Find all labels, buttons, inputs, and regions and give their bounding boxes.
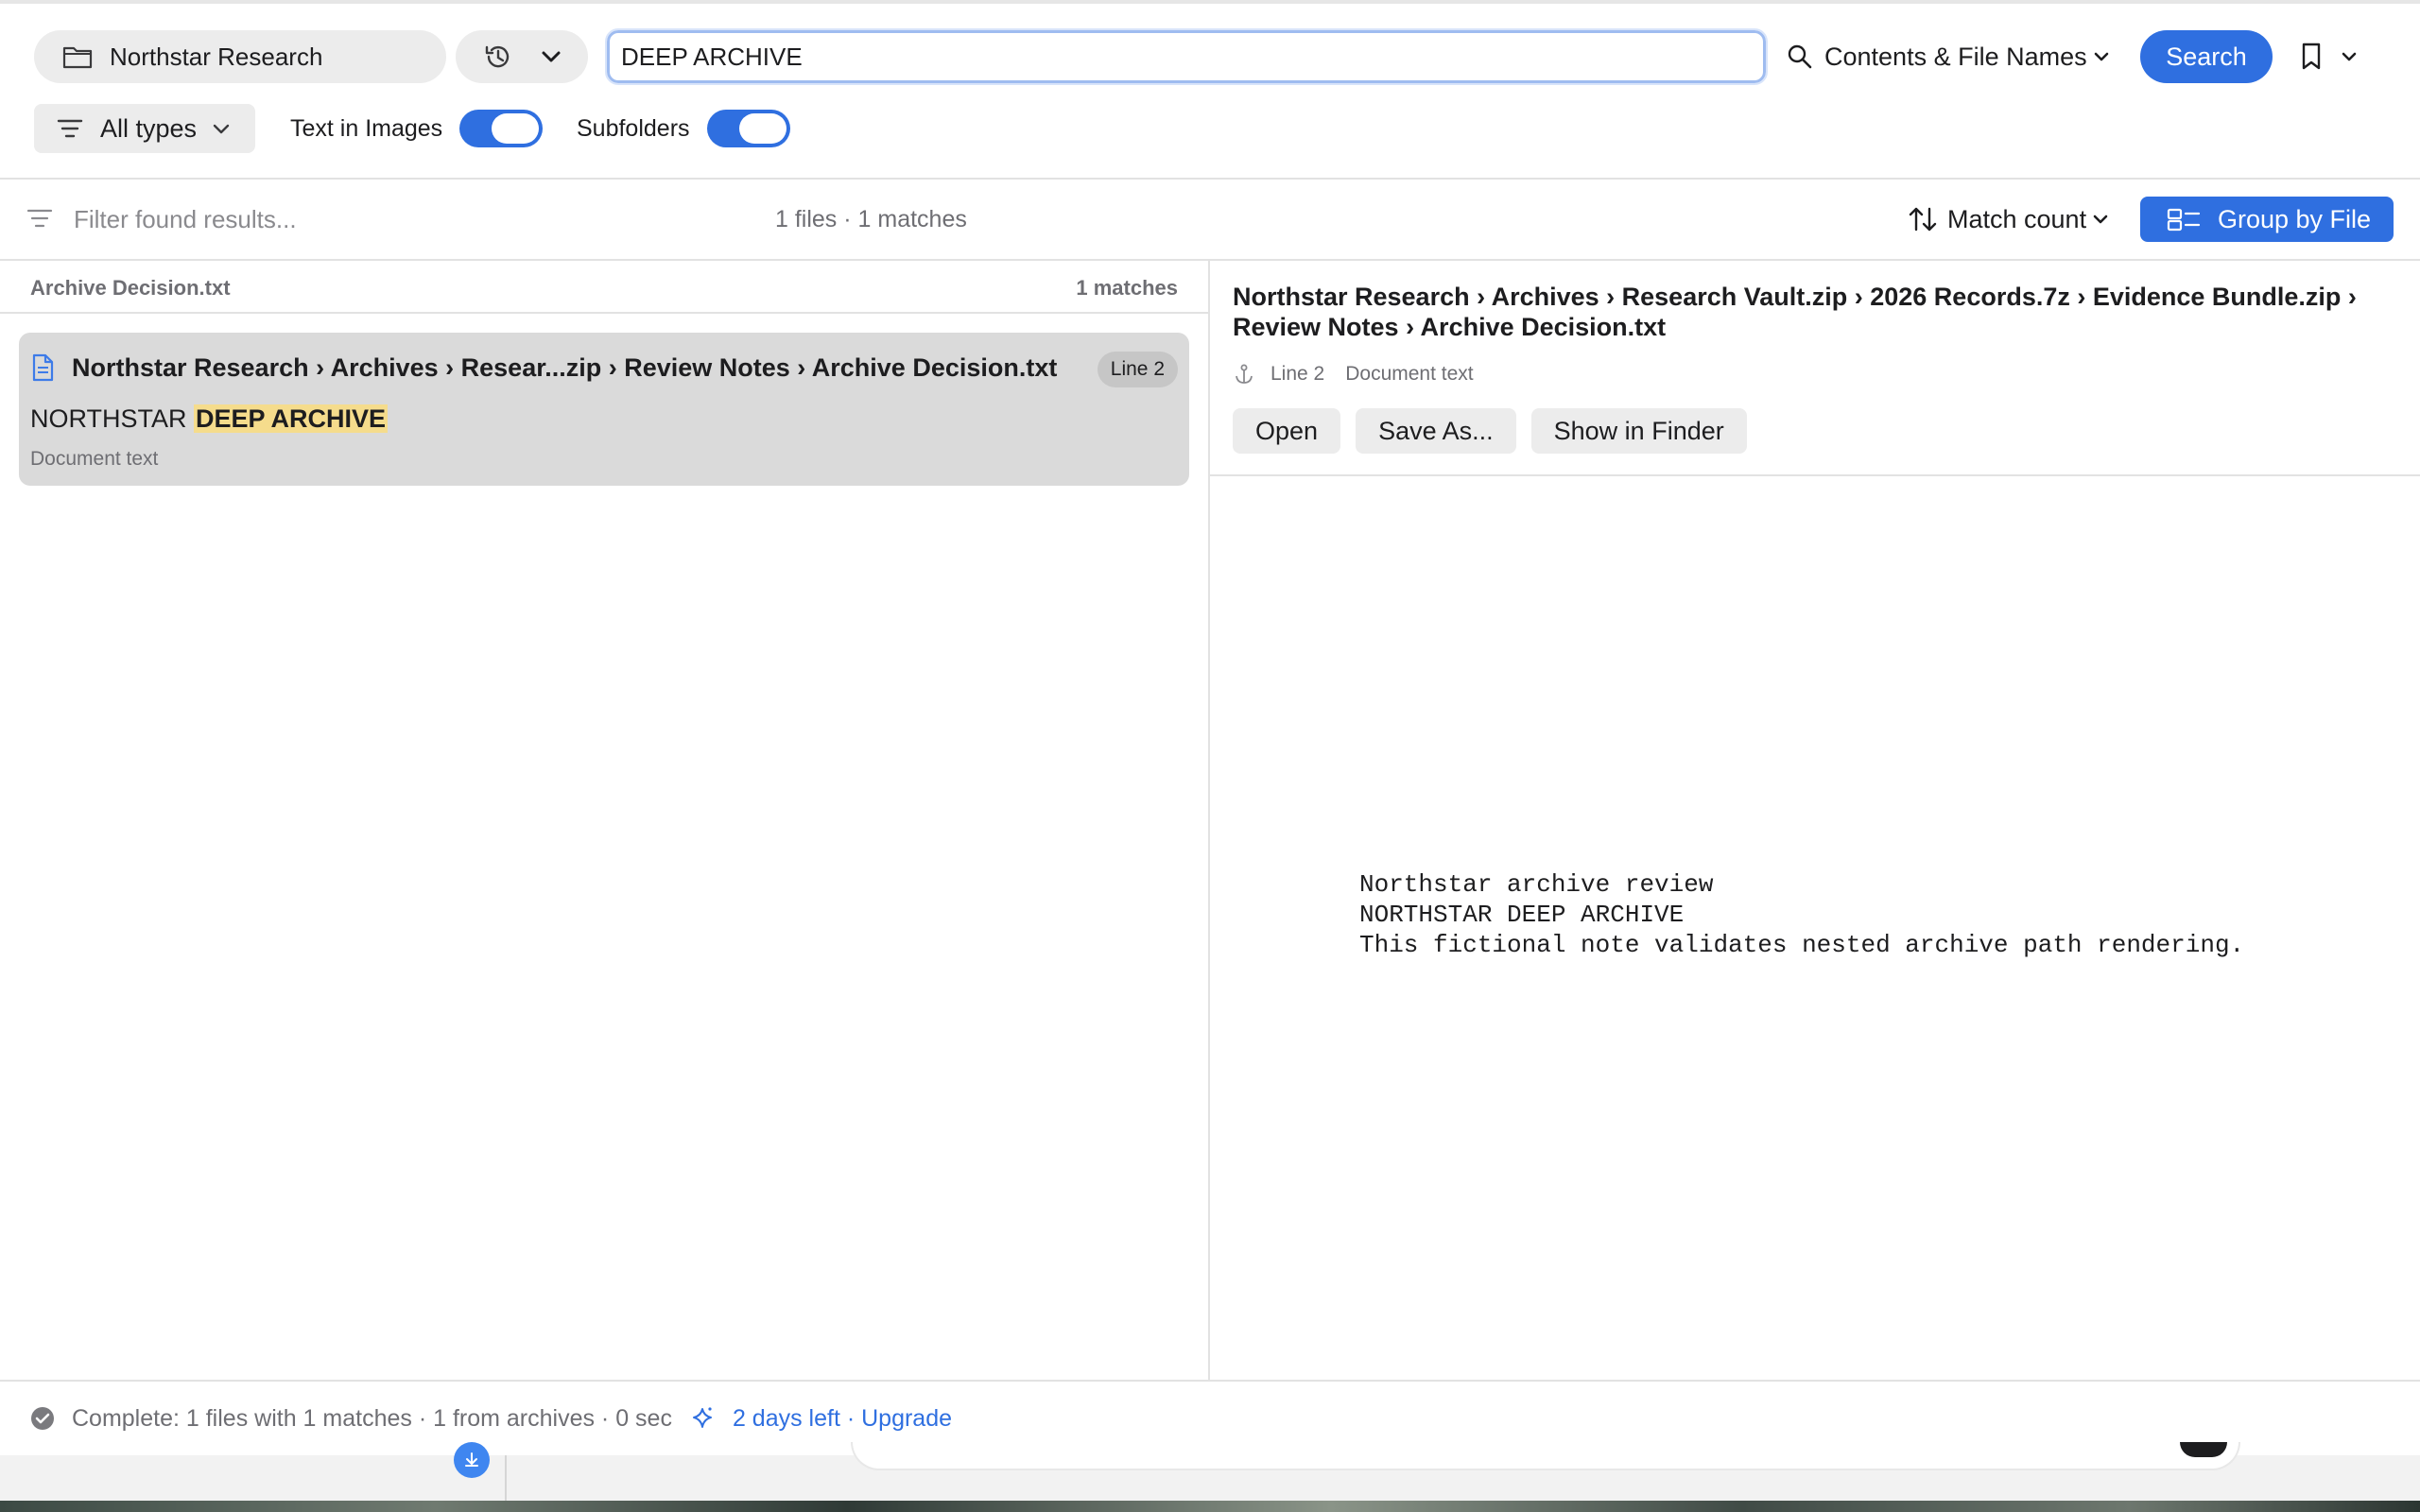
subfolders-toggle[interactable] (707, 110, 790, 147)
results-bar: 1 files · 1 matches Match count Group by… (0, 180, 2420, 259)
group-layout-icon (2167, 208, 2201, 232)
anchor-icon (1236, 364, 1253, 384)
folder-icon (62, 46, 93, 69)
search-input[interactable] (605, 28, 1768, 85)
preview-path: Northstar Research › Archives › Research… (1233, 283, 2357, 341)
search-mode-dropdown[interactable]: Contents & File Names (1787, 30, 2121, 83)
bookmark-icon (2302, 43, 2321, 70)
text-in-images-toggle[interactable] (459, 110, 543, 147)
search-icon (1788, 44, 1812, 69)
save-as-button[interactable]: Save As... (1356, 408, 1516, 454)
upgrade-link[interactable]: 2 days left · Upgrade (733, 1405, 952, 1433)
bookmarks-menu[interactable] (2301, 30, 2358, 83)
result-group-header[interactable]: Archive Decision.txt 1 matches (0, 261, 1208, 314)
location-picker[interactable]: Northstar Research (34, 30, 446, 83)
result-group-count: 1 matches (1076, 276, 1178, 300)
download-icon[interactable] (454, 1442, 490, 1478)
location-label: Northstar Research (110, 42, 323, 71)
line-badge: Line 2 (1097, 352, 1178, 387)
history-icon[interactable] (483, 42, 513, 72)
sort-arrows-icon (1909, 207, 1937, 232)
filter-results-input[interactable] (74, 198, 641, 240)
preview-pane: Northstar Research › Archives › Research… (1210, 261, 2420, 1380)
results-summary: 1 files · 1 matches (775, 206, 967, 232)
group-by-file-label: Group by File (2218, 204, 2372, 233)
chevron-down-icon (2093, 215, 2108, 224)
search-options: All types Text in Images Subfolders (0, 104, 2420, 153)
status-text: Complete: 1 files with 1 matches · 1 fro… (72, 1404, 672, 1432)
sort-label: Match count (1947, 204, 2087, 233)
result-snippet: NORTHSTAR DEEP ARCHIVE (30, 404, 389, 434)
filter-icon (26, 209, 53, 228)
window-top-edge (0, 0, 2420, 4)
results-list: Archive Decision.txt 1 matches Northstar… (0, 261, 1208, 1380)
preview-meta: Line 2 Document text (1235, 363, 1474, 386)
background-divider (505, 1455, 507, 1503)
text-in-images-label: Text in Images (290, 115, 443, 142)
preview-divider (1210, 474, 2420, 476)
preview-actions: Open Save As... Show in Finder (1233, 408, 1747, 454)
toggle-knob (492, 113, 539, 144)
result-item[interactable]: Northstar Research › Archives › Resear..… (19, 333, 1189, 486)
desktop-wallpaper (0, 1501, 2420, 1512)
search-button[interactable]: Search (2140, 30, 2273, 83)
filter-lines-icon (57, 119, 83, 138)
search-mode-label: Contents & File Names (1824, 42, 2087, 71)
preview-kind: Document text (1345, 363, 1474, 385)
document-icon (32, 353, 54, 382)
sort-dropdown[interactable]: Match count (1908, 198, 2118, 240)
snippet-prefix: NORTHSTAR (30, 404, 195, 433)
search-history-control[interactable] (456, 30, 588, 83)
chevron-down-icon[interactable] (541, 50, 562, 63)
file-types-label: All types (100, 113, 198, 143)
show-in-finder-button[interactable]: Show in Finder (1530, 408, 1747, 454)
group-by-file-button[interactable]: Group by File (2140, 197, 2394, 242)
result-kind: Document text (30, 448, 159, 470)
subfolders-label: Subfolders (577, 115, 690, 142)
toggle-knob (739, 113, 786, 144)
result-path: Northstar Research › Archives › Resear..… (72, 353, 1058, 382)
background-input-bar (851, 1442, 2240, 1470)
check-circle-icon (31, 1407, 54, 1430)
open-button[interactable]: Open (1233, 408, 1341, 454)
chevron-down-icon (2094, 52, 2108, 61)
sparkle-icon (692, 1407, 712, 1428)
file-types-dropdown[interactable]: All types (34, 104, 255, 153)
search-toolbar: Northstar Research Contents & File Names… (0, 28, 2420, 85)
chevron-down-icon (2342, 52, 2357, 61)
preview-content: Northstar archive review NORTHSTAR DEEP … (1359, 870, 2245, 959)
result-group-name: Archive Decision.txt (30, 276, 231, 300)
snippet-highlight: DEEP ARCHIVE (194, 404, 389, 433)
chevron-down-icon (213, 124, 230, 134)
preview-line: Line 2 (1270, 363, 1325, 385)
